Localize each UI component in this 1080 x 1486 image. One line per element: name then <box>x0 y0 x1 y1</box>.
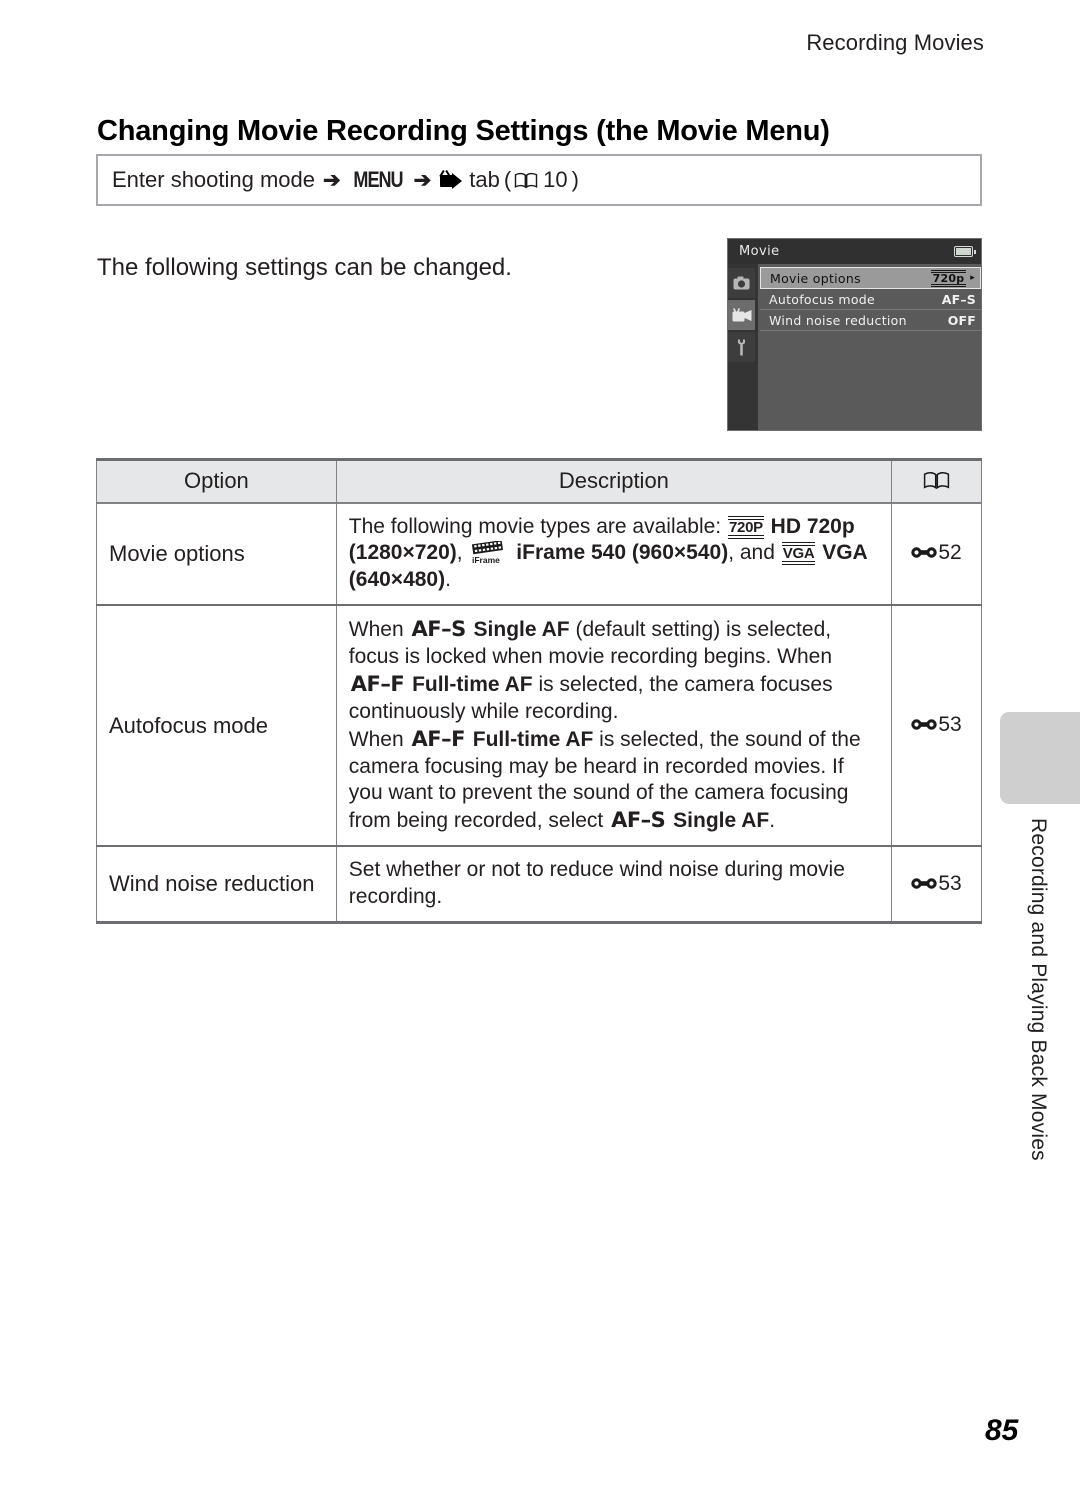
body-text: . <box>445 568 451 592</box>
camera-menu-row-label: Wind noise reduction <box>769 312 907 328</box>
running-header: Recording Movies <box>806 30 984 55</box>
camera-screen-illustration: Movie Movie options 720p ▸ Autofocus mod… <box>727 238 982 431</box>
emphasis-text: Single AF <box>667 809 770 833</box>
reference-mark-icon <box>911 873 938 897</box>
column-header-option: Option <box>96 458 337 504</box>
menu-button-glyph: MENU <box>353 167 403 192</box>
cell-description: The following movie types are available:… <box>335 502 893 607</box>
film-badge-icon: VGA <box>781 542 816 566</box>
nav-open-paren: ( <box>503 167 512 192</box>
intro-paragraph: The following settings can be changed. <box>97 254 512 281</box>
body-text: The following movie types are available: <box>348 514 727 538</box>
cell-option-name: Movie options <box>96 502 337 607</box>
table-header-row: Option Description <box>96 458 982 504</box>
settings-table: Option Description Movie options The foll… <box>96 458 982 924</box>
camera-tab-movie[interactable] <box>728 300 755 330</box>
af-mode-glyph: AF–S <box>611 808 666 833</box>
settings-table-head: Option Description <box>96 458 982 504</box>
page-number: 85 <box>985 1414 1019 1447</box>
open-book-icon <box>514 172 538 189</box>
open-book-icon <box>923 470 950 496</box>
camera-menu-row-label: Autofocus mode <box>769 291 876 307</box>
nav-close-paren: ) <box>571 167 579 192</box>
chapter-tab-marker <box>1000 712 1080 804</box>
body-text: When <box>348 727 410 751</box>
cell-reference: 53 <box>891 604 982 848</box>
chevron-right-icon: ▸ <box>970 273 975 283</box>
camera-menu-row-label: Movie options <box>770 270 861 286</box>
camera-menu-list: Movie options 720p ▸ Autofocus mode AF–S… <box>758 264 981 430</box>
chapter-tab-label: Recording and Playing Back Movies <box>1027 818 1050 1161</box>
cell-description: Set whether or not to reduce wind noise … <box>335 845 893 924</box>
table-row: Wind noise reduction Set whether or not t… <box>96 845 982 924</box>
settings-table-body: Movie options The following movie types a… <box>96 502 982 924</box>
emphasis-text: Single AF <box>467 618 570 642</box>
nav-lead-text: Enter shooting mode <box>112 167 316 192</box>
reference-page-number: 53 <box>938 871 962 895</box>
body-text: , and <box>728 541 781 565</box>
reference-page-number: 52 <box>938 541 962 565</box>
body-text: . <box>769 809 776 833</box>
reference-page-number: 53 <box>938 713 962 737</box>
film-badge-720p: 720p <box>930 269 967 287</box>
table-row: Movie options The following movie types a… <box>96 502 982 607</box>
af-mode-glyph: AF–F <box>411 726 465 751</box>
column-header-reference <box>891 458 982 504</box>
camera-screen-title: Movie <box>739 244 780 259</box>
camera-menu-row-movie-options[interactable]: Movie options 720p ▸ <box>760 267 981 289</box>
reference-mark-icon <box>911 714 938 738</box>
reference-mark-icon <box>911 542 938 566</box>
cell-reference: 52 <box>891 502 982 607</box>
camera-screen-body: Movie options 720p ▸ Autofocus mode AF–S… <box>728 264 981 430</box>
svg-text:iFrame: iFrame <box>472 555 500 565</box>
emphasis-text: Full-time AF <box>466 727 594 751</box>
navigation-path-box: Enter shooting mode ➔ MENU ➔ tab ( 10 ) <box>96 154 982 206</box>
camera-menu-row-value: AF–S <box>941 291 976 307</box>
cell-description: When AF–S Single AF (default setting) is… <box>335 604 893 848</box>
af-mode-glyph: AF–S <box>411 617 466 642</box>
camera-screen-tabs <box>728 264 758 430</box>
arrow-right-icon-2: ➔ <box>413 168 432 192</box>
cell-option-name: Autofocus mode <box>96 604 337 848</box>
camera-menu-row-wind-noise[interactable]: Wind noise reduction OFF <box>760 310 981 331</box>
column-header-description: Description <box>335 458 893 504</box>
nav-tab-word: tab <box>469 167 500 192</box>
page-title: Changing Movie Recording Settings (the M… <box>97 115 830 148</box>
battery-icon <box>954 246 976 257</box>
camera-menu-row-value: OFF <box>947 312 976 328</box>
movie-camera-icon <box>439 169 463 189</box>
body-text: When <box>348 618 410 642</box>
camera-tab-shooting[interactable] <box>728 268 755 298</box>
cell-option-name: Wind noise reduction <box>96 845 337 924</box>
iframe-badge-icon: iFrame <box>469 541 509 565</box>
af-mode-glyph: AF–F <box>350 671 405 696</box>
navigation-path-line: Enter shooting mode ➔ MENU ➔ tab ( 10 ) <box>98 167 581 193</box>
table-row: Autofocus mode When AF–S Single AF (defau… <box>96 604 982 848</box>
cell-reference: 53 <box>891 845 982 924</box>
camera-tab-setup[interactable] <box>728 332 755 362</box>
arrow-right-icon: ➔ <box>323 168 341 192</box>
emphasis-text: Full-time AF <box>406 672 533 696</box>
camera-menu-row-autofocus-mode[interactable]: Autofocus mode AF–S <box>760 289 981 310</box>
camera-menu-row-value: 720p ▸ <box>930 269 975 287</box>
film-badge-icon: 720P <box>727 515 764 539</box>
nav-page-ref: 10 <box>543 167 568 192</box>
body-text: , <box>456 541 469 565</box>
emphasis-text: iFrame 540 (960×540) <box>510 541 729 565</box>
body-text: Set whether or not to reduce wind noise … <box>348 858 845 908</box>
camera-screen-titlebar: Movie <box>728 239 981 264</box>
